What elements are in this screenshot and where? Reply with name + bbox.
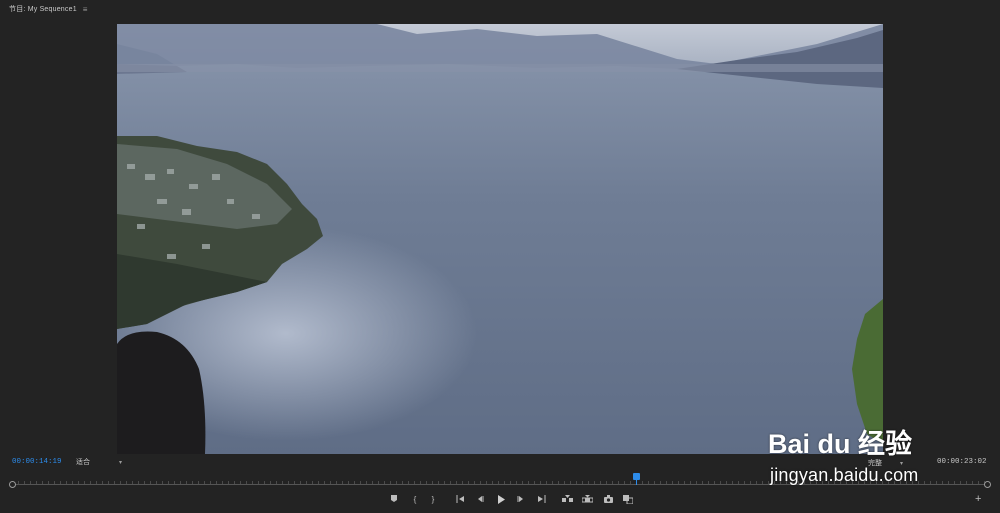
button-editor-add-button[interactable]: + xyxy=(975,493,981,505)
export-frame-icon[interactable] xyxy=(601,493,615,505)
go-to-in-icon[interactable] xyxy=(453,493,467,505)
video-frame-image xyxy=(117,24,883,454)
scrub-end-handle[interactable] xyxy=(984,481,991,488)
mark-out-icon[interactable]: } xyxy=(426,493,440,505)
add-marker-icon[interactable] xyxy=(387,493,401,505)
insert-icon[interactable] xyxy=(560,493,574,505)
scrub-track[interactable] xyxy=(12,484,988,485)
zoom-fit-dropdown[interactable]: 适合 ▾ xyxy=(76,457,122,467)
current-timecode[interactable]: 00:00:14:19 xyxy=(12,458,62,466)
transport-controls: { } + xyxy=(0,493,1000,507)
fit-label: 适合 xyxy=(76,459,90,466)
control-row: 00:00:14:19 适合 ▾ 完整 ▾ 00:00:23:02 xyxy=(0,456,1000,470)
playback-resolution-dropdown[interactable]: 完整 ▾ xyxy=(868,458,903,468)
go-to-out-icon[interactable] xyxy=(534,493,548,505)
mark-in-icon[interactable]: { xyxy=(408,493,422,505)
chevron-down-icon: ▾ xyxy=(118,459,122,466)
step-back-icon[interactable] xyxy=(473,493,487,505)
play-icon[interactable] xyxy=(494,493,508,505)
chevron-down-icon: ▾ xyxy=(900,461,904,467)
hamburger-icon[interactable]: ≡ xyxy=(83,5,88,14)
video-preview xyxy=(117,24,883,454)
playhead[interactable] xyxy=(633,473,641,485)
overwrite-icon[interactable] xyxy=(580,493,594,505)
comparison-view-icon[interactable] xyxy=(621,493,635,505)
timeline-scrub-bar[interactable] xyxy=(0,472,1000,492)
panel-header: 节目: My Sequence1 ≡ xyxy=(0,0,1000,18)
step-forward-icon[interactable] xyxy=(514,493,528,505)
quality-label: 完整 xyxy=(868,460,882,467)
program-monitor-panel: 节目: My Sequence1 ≡ 00:00:14:19 适合 ▾ 完整 ▾… xyxy=(0,0,1000,513)
scrub-start-handle[interactable] xyxy=(9,481,16,488)
duration-timecode: 00:00:23:02 xyxy=(937,458,987,466)
panel-title[interactable]: 节目: My Sequence1 xyxy=(9,4,77,14)
